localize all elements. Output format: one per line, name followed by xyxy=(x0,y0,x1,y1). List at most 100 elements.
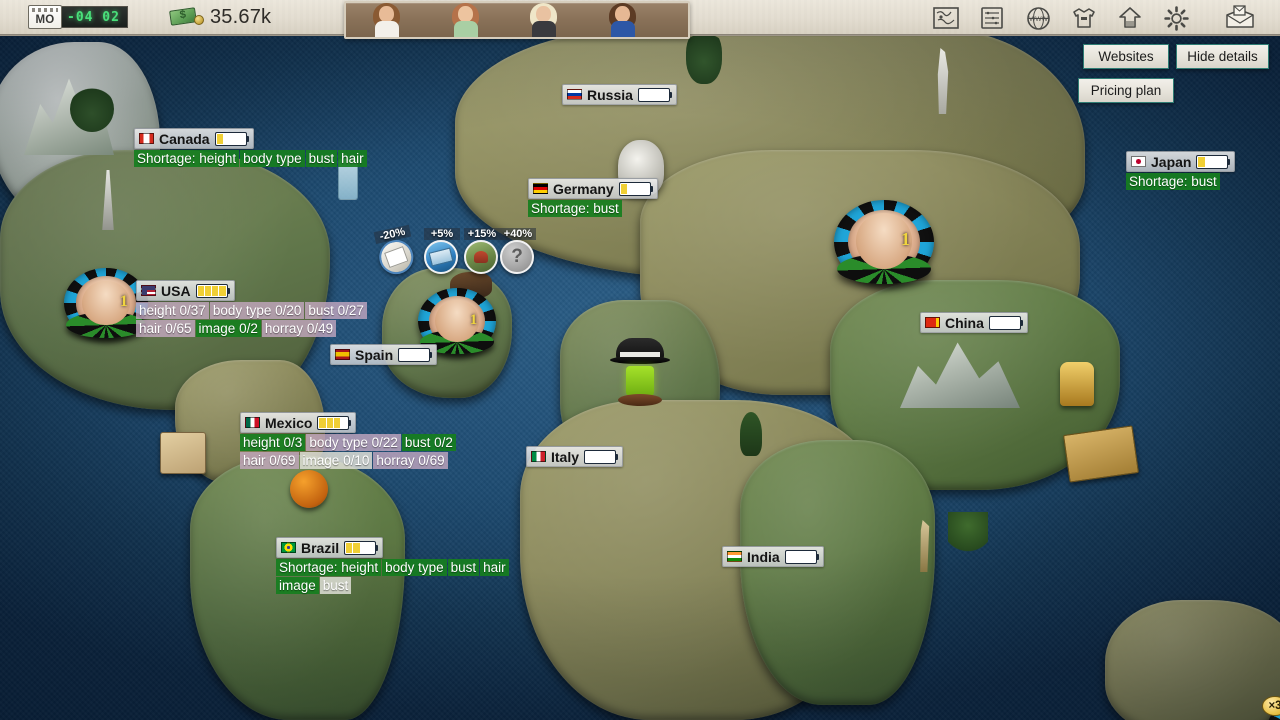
pricing-plan-button[interactable]: Pricing plan xyxy=(1078,78,1174,103)
country-canada-header[interactable]: Canada xyxy=(134,128,254,149)
flag-brazil-icon xyxy=(281,542,296,553)
flag-usa-icon xyxy=(141,285,156,296)
tag: image 0/2 xyxy=(195,320,261,337)
map-token-asia[interactable]: 1 xyxy=(834,200,934,292)
country-germany-header[interactable]: Germany xyxy=(528,178,658,199)
country-china-name: China xyxy=(945,314,984,331)
country-germany[interactable]: Germany Shortage: bust xyxy=(528,178,658,218)
model-3[interactable] xyxy=(517,3,572,37)
country-usa[interactable]: USA height 0/37 body type 0/20 bust 0/27 h… xyxy=(136,280,368,338)
landmass-australia xyxy=(1105,600,1280,720)
country-japan-header[interactable]: Japan xyxy=(1126,151,1236,172)
country-spain-progress xyxy=(398,347,433,362)
modifier-water[interactable]: +5% xyxy=(424,228,460,274)
tag: horray 0/69 xyxy=(373,452,448,469)
scroll-map-icon xyxy=(160,432,206,474)
www-globe-icon[interactable]: WWW xyxy=(1022,3,1054,33)
ledger-icon[interactable] xyxy=(976,3,1008,33)
tag: body type 0/22 xyxy=(306,434,401,451)
tag: body type xyxy=(382,559,447,576)
flag-japan-icon xyxy=(1131,156,1146,167)
country-canada-name: Canada xyxy=(159,130,210,147)
papers-icon xyxy=(376,236,417,278)
flag-spain-icon xyxy=(335,349,350,360)
country-japan-tags: Shortage: bust xyxy=(1126,173,1235,191)
tag: Shortage: height xyxy=(134,150,240,167)
country-usa-header[interactable]: USA xyxy=(136,280,235,301)
country-italy-progress xyxy=(584,449,619,464)
model-1[interactable] xyxy=(360,3,415,37)
model-4[interactable] xyxy=(596,3,651,37)
tag: Shortage: height xyxy=(276,559,382,576)
country-china[interactable]: China xyxy=(920,312,1028,333)
world-map[interactable]: 1 1 1 -20% +5% +15% +40% ? Canada Shorta… xyxy=(0,0,1280,720)
flag-germany-icon xyxy=(533,183,548,194)
cypress-tree-icon xyxy=(740,412,762,456)
gear-icon[interactable] xyxy=(1160,3,1192,33)
country-germany-progress xyxy=(618,181,653,196)
country-spain-header[interactable]: Spain xyxy=(330,344,438,365)
modifier-water-percent: +5% xyxy=(424,228,460,240)
country-russia-name: Russia xyxy=(587,86,633,103)
tag: image xyxy=(276,577,319,594)
tag: bust xyxy=(305,150,338,167)
country-brazil[interactable]: Brazil Shortage: height body type bust hair… xyxy=(276,537,510,595)
country-canada-progress xyxy=(214,131,249,146)
map-icon[interactable] xyxy=(930,3,962,33)
upgrade-arrow-icon[interactable] xyxy=(1114,3,1146,33)
mailbox-icon[interactable] xyxy=(1222,4,1258,32)
country-japan[interactable]: Japan Shortage: bust xyxy=(1126,151,1236,191)
flag-mexico-icon xyxy=(245,417,260,428)
landmass-india xyxy=(740,440,935,705)
svg-text:WWW: WWW xyxy=(1029,16,1048,23)
country-canada-tags: Shortage: height body type bust hair xyxy=(134,150,368,168)
toolbar-icons: WWW xyxy=(930,2,1192,34)
modifier-unknown[interactable]: +40% ? xyxy=(500,228,536,274)
country-china-progress xyxy=(988,315,1023,330)
water-icon xyxy=(424,240,458,274)
country-usa-name: USA xyxy=(161,282,191,299)
country-india-header[interactable]: India xyxy=(722,546,824,567)
tag: body type xyxy=(240,150,305,167)
modifier-village[interactable]: +15% xyxy=(464,228,500,274)
tag: Shortage: bust xyxy=(528,200,622,217)
flag-russia-icon xyxy=(567,89,582,100)
model-roster-strip[interactable] xyxy=(344,1,690,39)
tag: bust xyxy=(319,577,352,594)
model-2[interactable] xyxy=(439,3,494,37)
country-brazil-progress xyxy=(344,540,379,555)
gold-token-icon xyxy=(1060,362,1094,406)
tshirt-icon[interactable] xyxy=(1068,3,1100,33)
country-russia-header[interactable]: Russia xyxy=(562,84,677,105)
country-mexico[interactable]: Mexico height 0/3 body type 0/22 bust 0/2 … xyxy=(240,412,457,470)
tree-cluster-canada xyxy=(70,86,114,132)
modifier-papers[interactable]: -20% xyxy=(373,224,419,278)
modifier-unknown-percent: +40% xyxy=(500,228,536,240)
soccer-ball-icon xyxy=(290,470,328,508)
tag: horray 0/49 xyxy=(261,320,337,337)
tag: hair 0/69 xyxy=(240,452,299,469)
websites-button[interactable]: Websites xyxy=(1083,44,1169,69)
country-russia[interactable]: Russia xyxy=(562,84,677,105)
tag: body type 0/20 xyxy=(209,302,305,319)
flag-canada-icon xyxy=(139,133,154,144)
country-mexico-header[interactable]: Mexico xyxy=(240,412,357,433)
made-in-china-sign-icon xyxy=(1063,425,1139,483)
country-usa-tags: height 0/37 body type 0/20 bust 0/27 hair … xyxy=(136,302,368,338)
country-brazil-header[interactable]: Brazil xyxy=(276,537,384,558)
country-spain[interactable]: Spain xyxy=(330,344,438,365)
country-china-header[interactable]: China xyxy=(920,312,1028,333)
country-italy-header[interactable]: Italy xyxy=(526,446,624,467)
country-india[interactable]: India xyxy=(722,546,824,567)
date-widget[interactable]: MO -04 02 xyxy=(28,5,128,29)
hide-details-button[interactable]: Hide details xyxy=(1176,44,1269,69)
flag-italy-icon xyxy=(531,451,546,462)
tag: bust 0/27 xyxy=(305,302,367,319)
tag: bust xyxy=(447,559,480,576)
date-display: -04 02 xyxy=(62,6,128,28)
country-italy[interactable]: Italy xyxy=(526,446,624,467)
cash-icon xyxy=(169,6,204,28)
country-canada[interactable]: Canada Shortage: height body type bust hair xyxy=(134,128,368,168)
flag-china-icon xyxy=(925,317,940,328)
country-italy-name: Italy xyxy=(551,448,580,465)
